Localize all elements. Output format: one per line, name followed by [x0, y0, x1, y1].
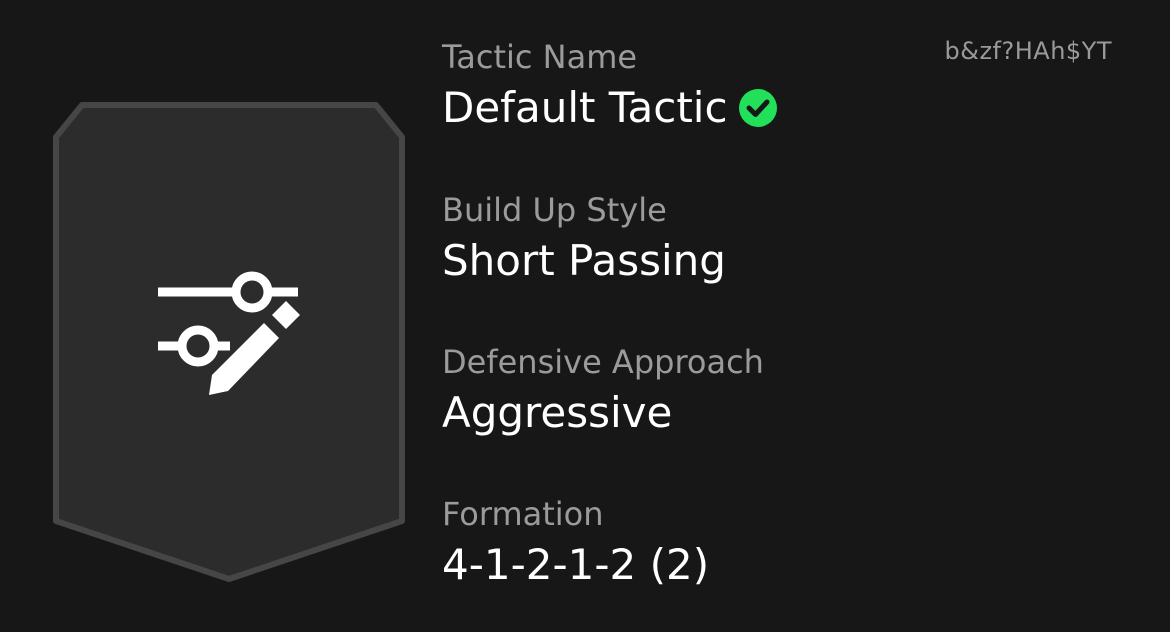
- field-build-up-style: Build Up Style Short Passing: [442, 191, 726, 287]
- verified-check-icon: [738, 89, 777, 127]
- field-defensive-approach: Defensive Approach Aggressive: [442, 343, 764, 439]
- field-formation: Formation 4-1-2-1-2 (2): [442, 495, 709, 591]
- build-up-style-value: Short Passing: [442, 236, 726, 285]
- field-value-row: Default Tactic: [442, 82, 778, 134]
- field-label: Formation: [442, 495, 604, 533]
- defensive-approach-value: Aggressive: [442, 388, 673, 437]
- formation-value: 4-1-2-1-2 (2): [442, 540, 710, 589]
- tactic-name-value: Default Tactic: [442, 83, 728, 132]
- field-label: Tactic Name: [442, 38, 638, 76]
- tactic-summary-card: b&zf?HAh$YT Tactic Name Default Tactic B…: [0, 0, 1170, 632]
- field-label: Defensive Approach: [442, 343, 764, 381]
- field-label: Build Up Style: [442, 191, 667, 229]
- tactic-badge: [52, 101, 406, 583]
- badge-shape: [53, 102, 405, 582]
- field-tactic-name: Tactic Name Default Tactic: [442, 38, 778, 134]
- tactic-code: b&zf?HAh$YT: [944, 37, 1112, 65]
